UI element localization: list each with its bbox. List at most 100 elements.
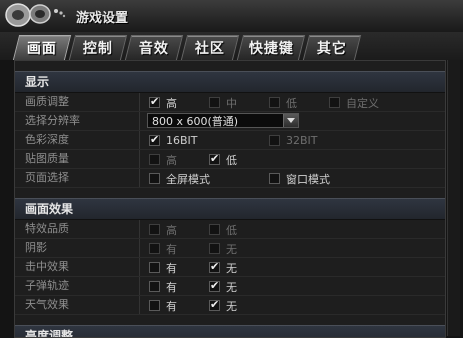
checkbox-box: [329, 97, 340, 108]
divider: [139, 296, 140, 314]
chevron-down-icon[interactable]: [283, 114, 298, 127]
check-icon: ✔: [150, 95, 160, 108]
option-label: 有: [166, 261, 177, 275]
check-icon: ✔: [210, 152, 220, 165]
option-label: 高: [166, 153, 177, 167]
divider: [139, 239, 140, 257]
option-label: 中: [226, 96, 237, 110]
checkbox-box: ✔: [149, 95, 160, 108]
checkbox-box: [149, 300, 160, 311]
color-16bit-checkbox[interactable]: ✔ 16BIT: [149, 133, 198, 147]
color-depth-label: 色彩深度: [25, 133, 69, 146]
windowed-checkbox[interactable]: 窗口模式: [269, 172, 330, 186]
texture-label: 贴图质量: [25, 152, 69, 165]
option-label: 窗口模式: [286, 172, 330, 186]
checkbox-box: [269, 135, 280, 146]
option-label: 有: [166, 299, 177, 313]
checkbox-box: [209, 97, 220, 108]
checkbox-box: [209, 224, 220, 235]
checkbox-box: [209, 243, 220, 254]
check-icon: ✔: [210, 279, 220, 292]
tab-graphics[interactable]: 画面: [12, 35, 72, 60]
shadow-label: 阴影: [25, 241, 47, 254]
option-label: 无: [226, 242, 237, 256]
section-display-header: 显示: [15, 71, 445, 93]
divider: [139, 150, 140, 168]
divider: [139, 277, 140, 295]
option-label: 无: [226, 280, 237, 294]
tab-community-label: 社区: [194, 41, 225, 57]
tab-hotkeys[interactable]: 快捷键: [236, 35, 306, 60]
row-fx-quality: 特效品质 高 低: [15, 220, 445, 239]
option-label: 32BIT: [286, 134, 318, 147]
row-page-mode: 页面选择 全屏模式 窗口模式: [15, 169, 445, 188]
fx-low-checkbox[interactable]: 低: [209, 223, 237, 237]
quality-low-checkbox[interactable]: 低: [269, 96, 297, 110]
checkbox-box: [149, 173, 160, 184]
hit-effect-on-checkbox[interactable]: 有: [149, 261, 177, 275]
quality-high-checkbox[interactable]: ✔ 高: [149, 95, 177, 110]
option-label: 无: [226, 261, 237, 275]
tab-hotkeys-label: 快捷键: [248, 41, 294, 57]
checkbox-box: [149, 281, 160, 292]
divider: [139, 93, 140, 111]
settings-panel: 显示 画质调整 ✔ 高 中 低 自定义 选择分辨率 800 x 600(普通) …: [14, 60, 446, 338]
tab-other-label: 其它: [316, 41, 347, 57]
resolution-dropdown[interactable]: 800 x 600(普通): [147, 113, 299, 128]
divider: [139, 220, 140, 238]
texture-low-checkbox[interactable]: ✔ 低: [209, 152, 237, 167]
checkbox-box: [149, 154, 160, 165]
option-label: 有: [166, 242, 177, 256]
tab-sound[interactable]: 音效: [124, 35, 184, 60]
bullet-trail-on-checkbox[interactable]: 有: [149, 280, 177, 294]
tab-controls-label: 控制: [82, 41, 113, 57]
option-label: 低: [286, 96, 297, 110]
section-brightness-header: 亮度调整: [15, 325, 445, 337]
texture-high-checkbox[interactable]: 高: [149, 153, 177, 167]
resolution-value: 800 x 600(普通): [152, 115, 239, 128]
scrollbar[interactable]: [447, 60, 460, 336]
hit-effect-off-checkbox[interactable]: ✔ 无: [209, 260, 237, 275]
window-title: 游戏设置: [76, 11, 129, 26]
tab-bar: 画面 控制 音效 社区 快捷键 其它: [0, 32, 463, 60]
weather-on-checkbox[interactable]: 有: [149, 299, 177, 313]
weather-off-checkbox[interactable]: ✔ 无: [209, 298, 237, 313]
section-effects-header: 画面效果: [15, 198, 445, 220]
shadow-on-checkbox[interactable]: 有: [149, 242, 177, 256]
checkbox-box: [149, 224, 160, 235]
fx-high-checkbox[interactable]: 高: [149, 223, 177, 237]
bullet-trail-off-checkbox[interactable]: ✔ 无: [209, 279, 237, 294]
row-color-depth: 色彩深度 ✔ 16BIT 32BIT: [15, 131, 445, 150]
option-label: 自定义: [346, 96, 379, 110]
quality-medium-checkbox[interactable]: 中: [209, 96, 237, 110]
tab-other[interactable]: 其它: [302, 35, 362, 60]
checkbox-box: ✔: [209, 260, 220, 273]
tab-community[interactable]: 社区: [180, 35, 240, 60]
tab-controls[interactable]: 控制: [68, 35, 128, 60]
option-label: 16BIT: [166, 134, 198, 147]
tab-sound-label: 音效: [138, 41, 169, 57]
shadow-off-checkbox[interactable]: 无: [209, 242, 237, 256]
color-32bit-checkbox[interactable]: 32BIT: [269, 134, 318, 147]
checkbox-box: [149, 262, 160, 273]
option-label: 低: [226, 223, 237, 237]
option-label: 低: [226, 153, 237, 167]
divider: [139, 112, 140, 130]
row-resolution: 选择分辨率 800 x 600(普通): [15, 112, 445, 131]
fx-quality-label: 特效品质: [25, 222, 69, 235]
quality-label: 画质调整: [25, 95, 69, 108]
checkbox-box: [269, 173, 280, 184]
row-weather: 天气效果 有 ✔ 无: [15, 296, 445, 315]
tab-graphics-label: 画面: [26, 41, 57, 57]
checkbox-box: [269, 97, 280, 108]
page-mode-label: 页面选择: [25, 171, 69, 184]
quality-custom-checkbox[interactable]: 自定义: [329, 96, 379, 110]
bullet-trail-label: 子弹轨迹: [25, 279, 69, 292]
row-shadow: 阴影 有 无: [15, 239, 445, 258]
checkbox-box: ✔: [209, 152, 220, 165]
title-bar: 游戏设置: [0, 0, 463, 33]
row-hit-effect: 击中效果 有 ✔ 无: [15, 258, 445, 277]
fullscreen-checkbox[interactable]: 全屏模式: [149, 172, 210, 186]
row-quality: 画质调整 ✔ 高 中 低 自定义: [15, 93, 445, 112]
divider: [139, 131, 140, 149]
